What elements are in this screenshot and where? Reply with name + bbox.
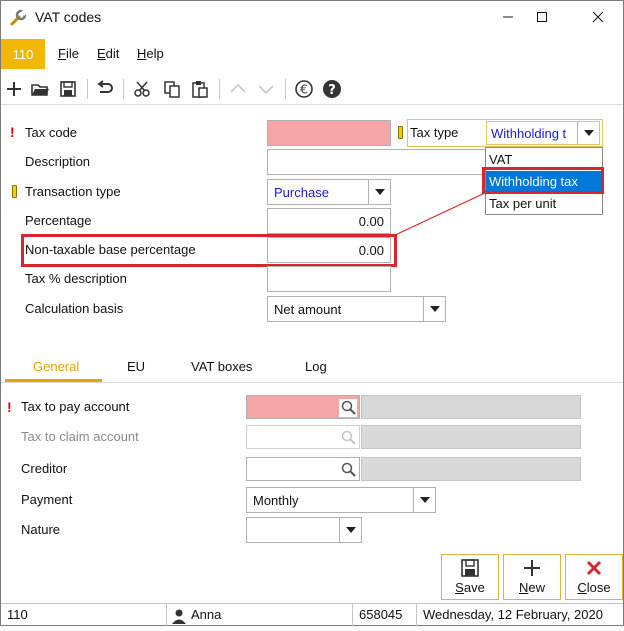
status-company: 110 xyxy=(1,604,167,626)
add-icon xyxy=(504,558,560,578)
move-up-icon[interactable] xyxy=(227,78,249,100)
mandatory-marker xyxy=(398,126,403,139)
tax-to-claim-account-field[interactable] xyxy=(246,425,360,449)
toolbar-separator xyxy=(219,79,220,99)
add-icon[interactable] xyxy=(3,78,25,100)
tax-to-pay-description xyxy=(361,395,581,419)
tab-vat-boxes[interactable]: VAT boxes xyxy=(191,359,252,374)
tax-code-label: Tax code xyxy=(25,125,78,140)
save-icon xyxy=(442,558,498,578)
save-icon[interactable] xyxy=(57,78,79,100)
transaction-type-dropdown[interactable]: Purchase xyxy=(267,179,391,205)
calculation-basis-label: Calculation basis xyxy=(25,301,124,316)
callout-connector xyxy=(392,191,488,237)
mandatory-marker xyxy=(12,185,17,198)
tab-general[interactable]: General xyxy=(33,359,79,374)
status-user: Anna xyxy=(191,607,222,622)
option-tax-per-unit[interactable]: Tax per unit xyxy=(486,193,602,215)
status-user-cell: Anna xyxy=(167,604,353,626)
menu-file[interactable]: File xyxy=(58,46,79,61)
chevron-down-icon[interactable] xyxy=(368,180,390,204)
svg-text:€: € xyxy=(300,83,308,97)
close-window-button[interactable] xyxy=(575,1,621,33)
creditor-description xyxy=(361,457,581,481)
tax-to-pay-label: Tax to pay account xyxy=(21,399,130,414)
tax-to-claim-label: Tax to claim account xyxy=(21,429,139,444)
title-bar: VAT codes xyxy=(1,1,623,35)
tab-bar: General EU VAT boxes Log xyxy=(1,353,623,383)
creditor-label: Creditor xyxy=(21,461,68,476)
transaction-type-label: Transaction type xyxy=(25,184,121,199)
toolbar: € ? xyxy=(1,73,623,105)
user-icon xyxy=(171,608,187,624)
copy-icon[interactable] xyxy=(161,78,183,100)
lookup-icon[interactable] xyxy=(339,461,357,479)
active-tab-indicator xyxy=(5,379,102,382)
nature-dropdown[interactable] xyxy=(246,517,362,543)
cut-icon[interactable] xyxy=(131,78,153,100)
tax-to-pay-account-field[interactable] xyxy=(246,395,360,419)
lookup-icon[interactable] xyxy=(339,399,357,417)
menu-bar: 110 File Edit Help xyxy=(1,39,623,69)
status-number: 658045 xyxy=(353,604,417,626)
maximize-icon xyxy=(537,12,547,22)
chevron-down-icon[interactable] xyxy=(423,297,445,321)
close-button[interactable]: Close xyxy=(565,554,623,600)
tab-log[interactable]: Log xyxy=(305,359,327,374)
menu-help[interactable]: Help xyxy=(137,46,164,61)
required-indicator: ! xyxy=(10,124,15,140)
paste-icon[interactable] xyxy=(189,78,211,100)
help-icon[interactable]: ? xyxy=(321,78,343,100)
tax-code-field[interactable] xyxy=(267,120,391,146)
tax-pct-description-field[interactable] xyxy=(267,266,391,292)
move-down-icon[interactable] xyxy=(255,78,277,100)
creditor-field[interactable] xyxy=(246,457,360,481)
toolbar-separator xyxy=(87,79,88,99)
tax-type-label: Tax type xyxy=(410,125,459,140)
calculation-basis-dropdown[interactable]: Net amount xyxy=(267,296,446,322)
tax-type-group: Tax type Withholding t xyxy=(407,119,603,147)
euro-icon[interactable]: € xyxy=(293,78,315,100)
close-icon xyxy=(566,558,622,578)
svg-text:?: ? xyxy=(328,83,336,98)
tax-type-dropdown[interactable]: Withholding t xyxy=(486,121,600,145)
menu-edit[interactable]: Edit xyxy=(97,46,119,61)
description-label: Description xyxy=(25,154,91,169)
tax-to-claim-description xyxy=(361,425,581,449)
undo-icon[interactable] xyxy=(94,78,116,100)
description-field[interactable] xyxy=(267,149,489,175)
percentage-label: Percentage xyxy=(25,213,92,228)
open-folder-icon[interactable] xyxy=(29,78,51,100)
window-title: VAT codes xyxy=(35,9,102,25)
tax-pct-description-label: Tax % description xyxy=(25,271,127,286)
highlight-box xyxy=(482,167,604,194)
payment-label: Payment xyxy=(21,492,73,507)
tab-eu[interactable]: EU xyxy=(127,359,145,374)
lookup-icon[interactable] xyxy=(339,429,357,447)
new-button[interactable]: New xyxy=(503,554,561,600)
toolbar-separator xyxy=(123,79,124,99)
minimize-icon xyxy=(503,16,513,18)
highlight-box xyxy=(21,234,397,267)
vat-codes-window: VAT codes 110 File Edit Help € ? ! Tax c… xyxy=(0,0,624,626)
wrench-icon xyxy=(9,9,28,27)
chevron-down-icon[interactable] xyxy=(577,122,599,144)
status-date: Wednesday, 12 February, 2020 xyxy=(423,607,603,622)
payment-dropdown[interactable]: Monthly xyxy=(246,487,436,513)
chevron-down-icon[interactable] xyxy=(413,488,435,512)
company-badge[interactable]: 110 xyxy=(1,39,45,69)
nature-label: Nature xyxy=(21,522,61,537)
chevron-down-icon[interactable] xyxy=(339,518,361,542)
maximize-button[interactable] xyxy=(519,1,565,33)
status-bar: 110 Anna 658045 Wednesday, 12 February, … xyxy=(1,603,623,626)
toolbar-separator xyxy=(285,79,286,99)
save-button[interactable]: Save xyxy=(441,554,499,600)
required-indicator: ! xyxy=(7,399,12,415)
percentage-field[interactable]: 0.00 xyxy=(267,208,391,234)
close-icon xyxy=(592,11,604,23)
